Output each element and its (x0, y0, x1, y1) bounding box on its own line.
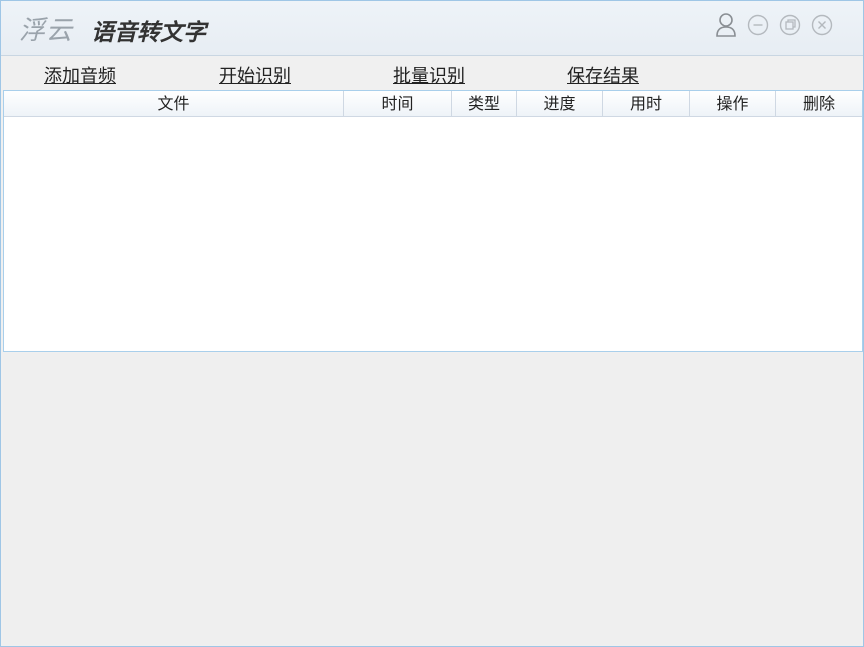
column-header-type[interactable]: 类型 (452, 91, 517, 116)
add-audio-button[interactable]: 添加音频 (44, 62, 116, 88)
table-header: 文件 时间 类型 进度 用时 操作 删除 (4, 91, 862, 117)
file-table: 文件 时间 类型 进度 用时 操作 删除 (3, 90, 863, 352)
user-icon[interactable] (715, 12, 737, 38)
start-recognition-button[interactable]: 开始识别 (219, 62, 291, 88)
minimize-icon[interactable] (747, 14, 769, 36)
column-header-progress[interactable]: 进度 (517, 91, 603, 116)
title-bar: 浮云 语音转文字 (1, 1, 863, 56)
result-panel (3, 353, 861, 645)
column-header-action[interactable]: 操作 (690, 91, 776, 116)
batch-recognition-button[interactable]: 批量识别 (393, 62, 465, 88)
brand-logo-text: 浮云 (19, 16, 74, 46)
app-window: 浮云 语音转文字 添加音频 开始识别 批量识别 保存结果 文件 时间 类型 进度… (0, 0, 864, 647)
restore-icon[interactable] (779, 14, 801, 36)
column-header-duration[interactable]: 用时 (603, 91, 690, 116)
table-body[interactable] (4, 117, 862, 351)
window-controls (715, 12, 833, 38)
column-header-file[interactable]: 文件 (4, 91, 344, 116)
column-header-time[interactable]: 时间 (344, 91, 452, 116)
close-icon[interactable] (811, 14, 833, 36)
toolbar: 添加音频 开始识别 批量识别 保存结果 (1, 56, 863, 90)
app-title: 语音转文字 (91, 20, 206, 46)
save-results-button[interactable]: 保存结果 (567, 62, 639, 88)
column-header-delete[interactable]: 删除 (776, 91, 862, 116)
